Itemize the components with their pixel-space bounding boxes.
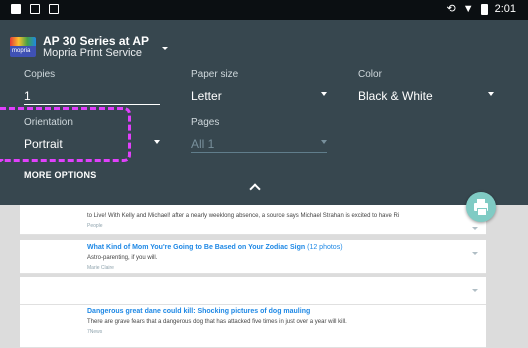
card-expand-icon[interactable] (472, 252, 478, 255)
color-value[interactable]: Black & White (358, 89, 433, 103)
copies-underline (24, 104, 160, 105)
feed-card-desc: to Live! With Kelly and Michael! after a… (87, 213, 400, 219)
background-news-feed: to Live! With Kelly and Michael! after a… (0, 205, 528, 348)
printer-icon (474, 199, 488, 216)
paper-size-dropdown-icon[interactable] (321, 92, 327, 96)
feed-card-source: People (87, 223, 103, 229)
feed-card-desc: Astro-parenting, if you will. (87, 255, 158, 261)
feed-card-title[interactable]: Dangerous great dane could kill: Shockin… (87, 308, 310, 315)
feed-card[interactable]: to Live! With Kelly and Michael! after a… (20, 205, 486, 235)
pages-dropdown-icon (321, 140, 327, 144)
feed-card-source: Marie Claire (87, 265, 114, 271)
feed-card-source: 7News (87, 329, 103, 335)
clock: 2:01 (494, 3, 516, 15)
copies-label: Copies (24, 69, 56, 80)
card-expand-icon[interactable] (472, 227, 478, 230)
screen-notification-icon (30, 4, 40, 14)
status-bar: ⟲ ▼ 2:01 (0, 0, 528, 20)
orientation-highlight-box (0, 107, 131, 162)
mopria-logo: mopria (10, 37, 36, 57)
feed-card[interactable]: What Kind of Mom You're Going to Be Base… (20, 240, 486, 274)
color-dropdown-icon[interactable] (488, 92, 494, 96)
expand-chevron-icon[interactable] (249, 183, 261, 195)
more-options-button[interactable]: MORE OPTIONS (24, 170, 96, 180)
pages-value: All 1 (191, 137, 215, 151)
pages-field: Pages All 1 (191, 117, 219, 151)
color-field[interactable]: Color Black & White (358, 69, 433, 103)
status-system: ⟲ ▼ 2:01 (446, 3, 516, 16)
print-notification-icon (11, 4, 21, 14)
printer-service: Mopria Print Service (43, 47, 143, 59)
printer-name: AP 30 Series at AP (43, 34, 150, 48)
paper-size-label: Paper size (191, 69, 239, 80)
color-label: Color (358, 69, 382, 80)
feed-card[interactable] (20, 277, 486, 305)
sync-icon: ⟲ (446, 3, 456, 15)
feed-card[interactable]: Dangerous great dane could kill: Shockin… (20, 305, 486, 348)
paper-size-field[interactable]: Paper size Letter (191, 69, 238, 103)
feed-card-title[interactable]: What Kind of Mom You're Going to Be Base… (87, 244, 343, 251)
card-expand-icon[interactable] (472, 289, 478, 292)
wifi-icon: ▼ (462, 3, 474, 15)
sim-notification-icon (49, 4, 59, 14)
copies-input[interactable]: 1 (24, 89, 55, 103)
orientation-dropdown-icon[interactable] (154, 140, 160, 144)
pages-underline (191, 152, 327, 153)
print-fab-button[interactable] (466, 192, 496, 222)
status-notifications (11, 4, 59, 14)
printer-dropdown-icon[interactable] (162, 47, 168, 50)
battery-icon (480, 4, 488, 15)
copies-field[interactable]: Copies 1 (24, 69, 55, 103)
pages-label: Pages (191, 117, 220, 128)
feed-card-desc: There are grave fears that a dangerous d… (87, 319, 347, 325)
paper-size-value[interactable]: Letter (191, 89, 238, 103)
